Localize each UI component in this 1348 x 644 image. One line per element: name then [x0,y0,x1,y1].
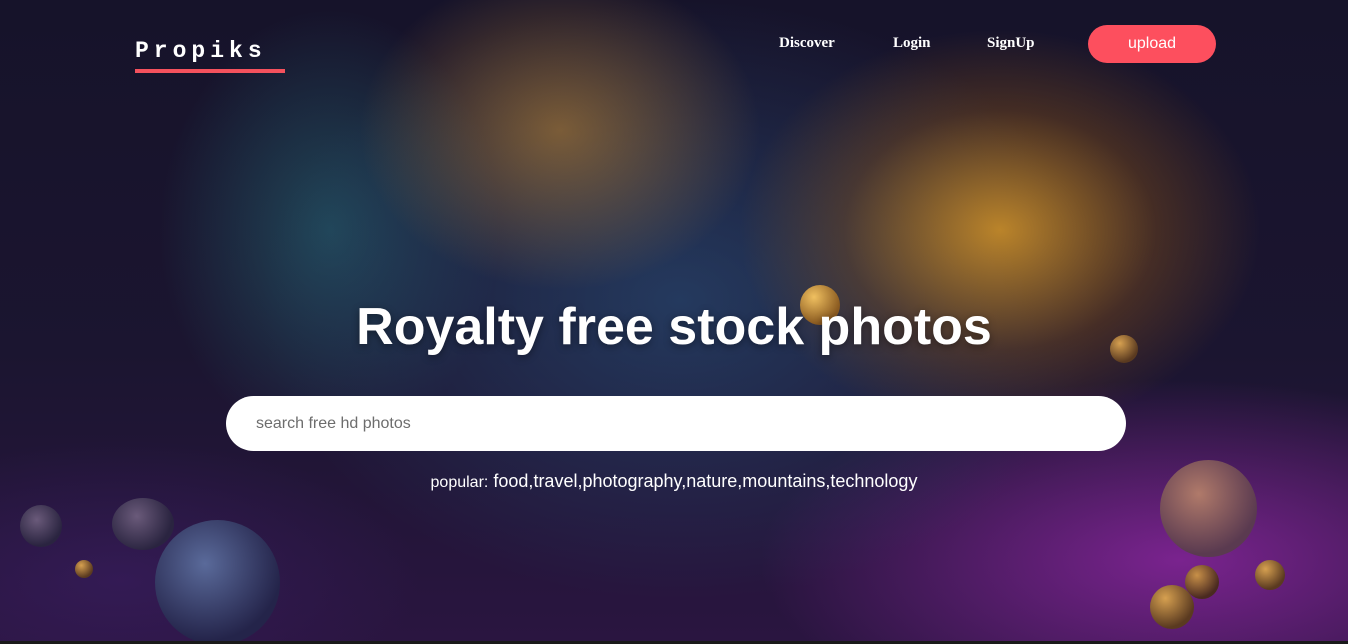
decorative-sphere [20,505,62,547]
hero-title: Royalty free stock photos [356,298,992,356]
nav-login-link[interactable]: Login [893,35,931,52]
popular-tags: popular: food,travel,photography,nature,… [430,471,918,491]
decorative-sphere [1255,560,1285,590]
decorative-sphere [112,498,174,550]
popular-label: popular: [430,474,489,491]
popular-tag-mountains[interactable]: mountains [742,471,825,491]
decorative-sphere [1185,565,1219,599]
decorative-sphere [75,560,93,578]
nav-discover-link[interactable]: Discover [779,35,835,52]
popular-tag-nature[interactable]: nature [686,471,737,491]
nav-signup-link[interactable]: SignUp [987,35,1035,52]
decorative-sphere [155,520,280,641]
popular-tag-technology[interactable]: technology [830,471,917,491]
upload-button[interactable]: upload [1088,25,1216,63]
popular-tag-photography[interactable]: photography [582,471,681,491]
popular-tag-travel[interactable]: travel [533,471,577,491]
search-input[interactable] [226,396,1126,451]
search-bar [226,396,1126,451]
site-logo[interactable]: Propiks [135,38,285,73]
popular-tag-food[interactable]: food [493,471,528,491]
